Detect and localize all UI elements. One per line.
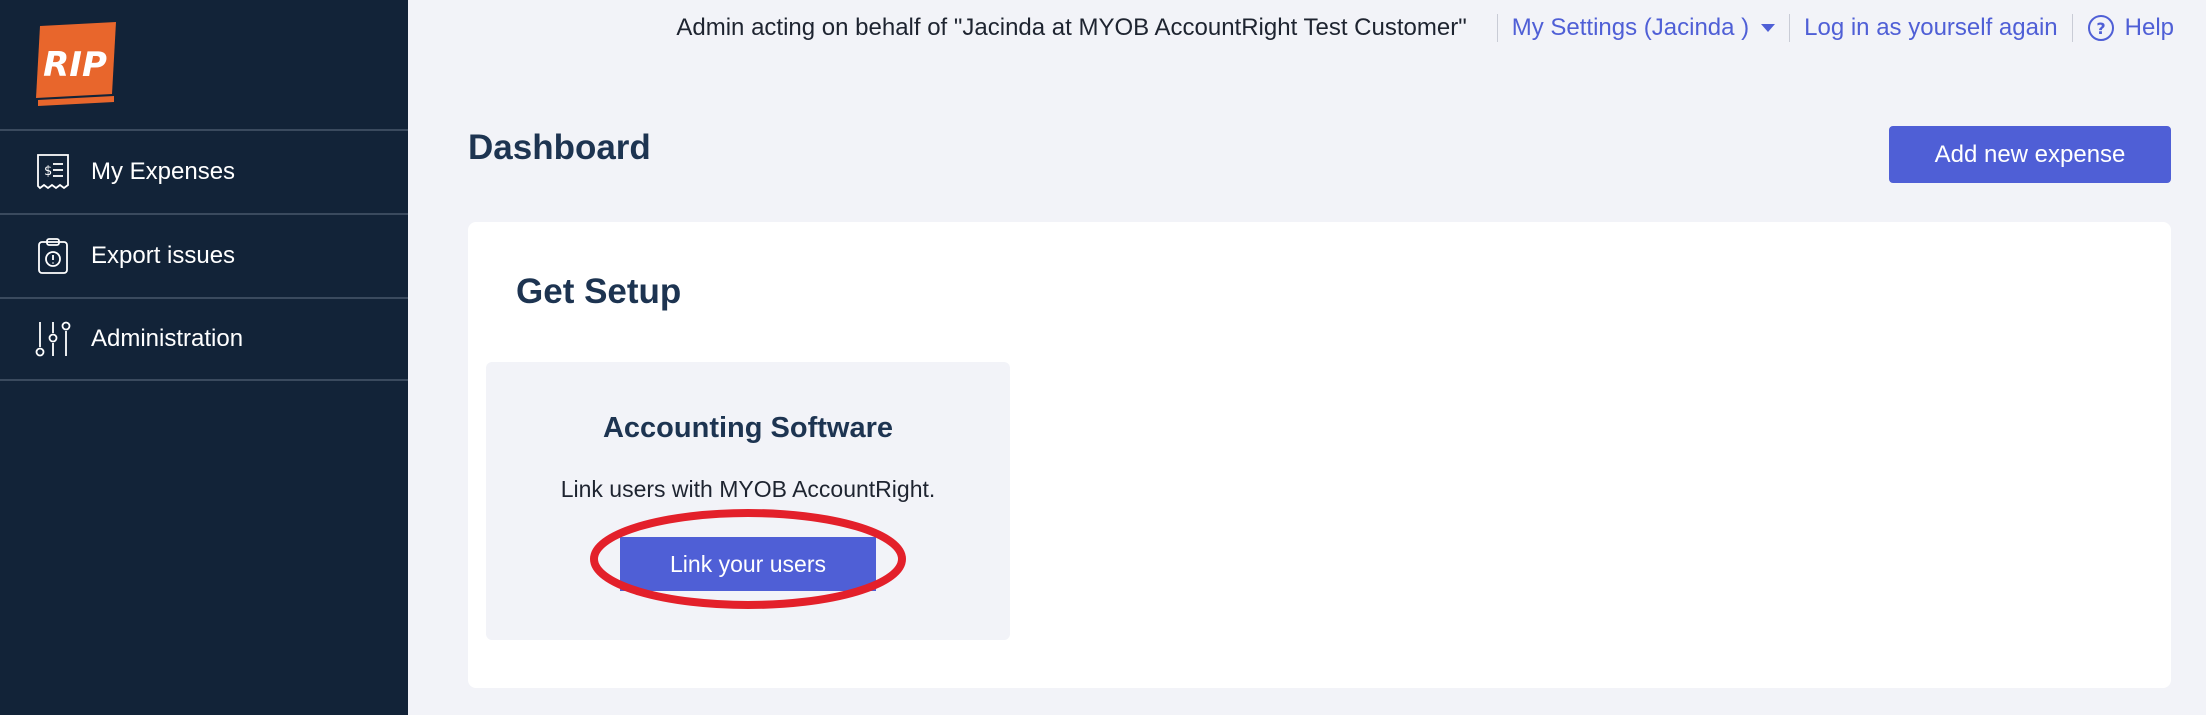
sidebar: RIP $ My Expenses Export issues Administ…	[0, 0, 408, 715]
get-setup-title: Get Setup	[516, 272, 682, 311]
sidebar-item-administration[interactable]: Administration	[0, 297, 408, 381]
divider	[1496, 14, 1498, 42]
sidebar-nav: $ My Expenses Export issues Administrati…	[0, 129, 408, 381]
top-bar: Admin acting on behalf of "Jacinda at MY…	[676, 0, 2174, 56]
tile-title: Accounting Software	[602, 412, 893, 444]
sliders-icon	[33, 319, 73, 359]
help-circle-icon: ?	[2087, 15, 2114, 41]
sidebar-item-my-expenses[interactable]: $ My Expenses	[0, 129, 408, 213]
svg-text:$: $	[44, 164, 52, 179]
acting-on-behalf-text: Admin acting on behalf of "Jacinda at MY…	[676, 14, 1467, 41]
page-title: Dashboard	[468, 128, 651, 167]
sidebar-item-label: Export issues	[91, 242, 236, 269]
sidebar-item-label: Administration	[91, 325, 244, 352]
accounting-software-tile: Accounting Software Link users with MYOB…	[486, 362, 1010, 640]
get-setup-card: Get Setup Accounting Software Link users…	[468, 222, 2171, 688]
divider	[1789, 14, 1791, 42]
tile-description: Link users with MYOB AccountRight.	[560, 476, 936, 502]
add-new-expense-button[interactable]: Add new expense	[1889, 126, 2171, 183]
caret-down-icon	[1761, 24, 1776, 32]
help-link[interactable]: ? Help	[2087, 14, 2174, 42]
receipt-icon: $	[33, 152, 73, 192]
rip-logo[interactable]: RIP	[34, 22, 122, 106]
log-in-as-yourself-link[interactable]: Log in as yourself again	[1804, 14, 2058, 42]
sidebar-item-label: My Expenses	[91, 158, 236, 185]
divider	[2071, 14, 2073, 42]
help-label: Help	[2124, 14, 2174, 41]
link-your-users-button[interactable]: Link your users	[620, 537, 876, 591]
sidebar-item-export-issues[interactable]: Export issues	[0, 213, 408, 297]
svg-text:?: ?	[2096, 19, 2105, 38]
my-settings-label: My Settings (Jacinda )	[1511, 14, 1750, 41]
my-settings-dropdown[interactable]: My Settings (Jacinda )	[1511, 14, 1776, 42]
logo-text: RIP	[43, 45, 107, 85]
clipboard-alert-icon	[33, 236, 73, 276]
